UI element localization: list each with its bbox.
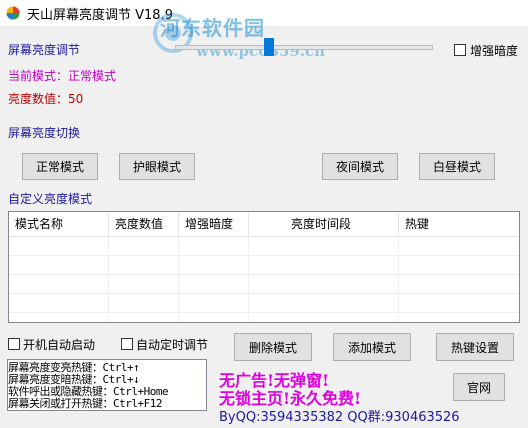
grid-line [108, 236, 109, 322]
daylight-mode-button[interactable]: 白昼模式 [419, 153, 495, 180]
contact-info: ByQQ:3594335382 QQ群:930463526 [219, 410, 460, 425]
header-divider [9, 236, 519, 237]
grid-line [248, 236, 249, 322]
enhance-dark-label: 增强暗度 [470, 44, 519, 58]
autostart-checkbox[interactable] [8, 338, 20, 350]
grid-line [9, 312, 519, 313]
column-header-hotkey[interactable]: 热键 [399, 212, 519, 236]
custom-mode-section-label: 自定义亮度模式 [8, 192, 93, 206]
hotkey-settings-button[interactable]: 热键设置 [436, 333, 514, 361]
custom-mode-table[interactable]: 模式名称 亮度数值 增强暗度 亮度时间段 热键 [8, 211, 520, 323]
auto-timer-label: 自动定时调节 [136, 338, 209, 352]
normal-mode-button[interactable]: 正常模式 [22, 153, 98, 180]
hotkey-line-darken: 屏幕亮度变暗热键：Ctrl+↓ [8, 373, 140, 386]
app-icon [6, 6, 20, 20]
window-title: 天山屏幕亮度调节 V18.9 [27, 8, 173, 23]
eye-care-mode-button[interactable]: 护眼模式 [119, 153, 195, 180]
grid-line [9, 255, 519, 256]
column-header-time-range[interactable]: 亮度时间段 [249, 212, 399, 236]
grid-line [398, 236, 399, 322]
night-mode-button[interactable]: 夜间模式 [322, 153, 398, 180]
hotkey-line-toggle-window: 软件呼出或隐藏热键：Ctrl+Home [8, 385, 169, 398]
brightness-slider-thumb[interactable] [263, 38, 274, 56]
grid-line [9, 293, 519, 294]
add-mode-button[interactable]: 添加模式 [333, 333, 411, 361]
delete-mode-button[interactable]: 删除模式 [234, 333, 312, 361]
mode-switch-section-label: 屏幕亮度切换 [8, 126, 81, 140]
autostart-label: 开机自动启动 [23, 338, 96, 352]
hotkey-line-screen-off: 屏幕关闭或打开热键：Ctrl+F12 [8, 397, 162, 410]
grid-line [9, 274, 519, 275]
grid-line [178, 236, 179, 322]
watermark-site-name: 河东软件园 [160, 16, 265, 40]
current-mode-label: 当前模式：正常模式 [8, 69, 117, 83]
enhance-dark-checkbox[interactable] [454, 44, 466, 56]
hotkey-info-box: 屏幕亮度变亮热键：Ctrl+↑ 屏幕亮度变暗热键：Ctrl+↓ 软件呼出或隐藏热… [7, 359, 207, 411]
brightness-value-label: 亮度数值：50 [8, 92, 84, 106]
brightness-slider-track[interactable] [175, 45, 433, 50]
website-button[interactable]: 官网 [453, 373, 505, 401]
hotkey-line-brighten: 屏幕亮度变亮热键：Ctrl+↑ [8, 361, 140, 374]
column-header-mode-name[interactable]: 模式名称 [9, 212, 109, 236]
column-header-enhance-dark[interactable]: 增强暗度 [179, 212, 249, 236]
auto-timer-checkbox[interactable] [121, 338, 133, 350]
brightness-section-label: 屏幕亮度调节 [8, 43, 81, 57]
column-header-brightness[interactable]: 亮度数值 [109, 212, 179, 236]
